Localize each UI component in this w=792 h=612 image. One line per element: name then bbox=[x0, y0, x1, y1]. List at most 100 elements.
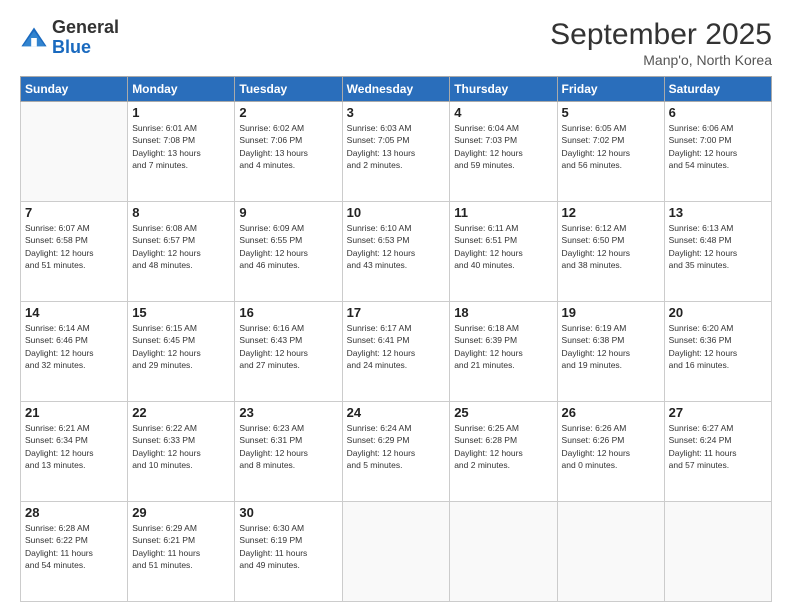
cell-line: Sunset: 6:34 PM bbox=[25, 434, 123, 446]
location-subtitle: Manp'o, North Korea bbox=[550, 52, 772, 68]
day-header-friday: Friday bbox=[557, 77, 664, 102]
day-number: 7 bbox=[25, 205, 123, 220]
cell-content: Sunrise: 6:28 AMSunset: 6:22 PMDaylight:… bbox=[25, 522, 123, 571]
header: General Blue September 2025 Manp'o, Nort… bbox=[20, 18, 772, 68]
day-number: 15 bbox=[132, 305, 230, 320]
logo-icon bbox=[20, 24, 48, 52]
calendar-cell: 4Sunrise: 6:04 AMSunset: 7:03 PMDaylight… bbox=[450, 102, 557, 202]
day-header-thursday: Thursday bbox=[450, 77, 557, 102]
calendar-week-3: 14Sunrise: 6:14 AMSunset: 6:46 PMDayligh… bbox=[21, 302, 772, 402]
calendar-cell: 17Sunrise: 6:17 AMSunset: 6:41 PMDayligh… bbox=[342, 302, 450, 402]
cell-line: Daylight: 12 hours bbox=[669, 147, 767, 159]
cell-line: and 43 minutes. bbox=[347, 259, 446, 271]
day-number: 5 bbox=[562, 105, 660, 120]
cell-line: Sunrise: 6:30 AM bbox=[239, 522, 337, 534]
day-number: 30 bbox=[239, 505, 337, 520]
cell-line: Sunset: 7:00 PM bbox=[669, 134, 767, 146]
calendar-cell: 7 Sunrise: 6:07 AMSunset: 6:58 PMDaylight… bbox=[21, 202, 128, 302]
cell-line: Sunset: 7:05 PM bbox=[347, 134, 446, 146]
cell-line: Daylight: 11 hours bbox=[25, 547, 123, 559]
cell-content: Sunrise: 6:08 AMSunset: 6:57 PMDaylight:… bbox=[132, 222, 230, 271]
cell-line: Sunset: 6:46 PM bbox=[25, 334, 123, 346]
cell-line: Daylight: 12 hours bbox=[454, 147, 552, 159]
cell-line: and 56 minutes. bbox=[562, 159, 660, 171]
cell-line: Daylight: 12 hours bbox=[239, 247, 337, 259]
calendar-cell: 13Sunrise: 6:13 AMSunset: 6:48 PMDayligh… bbox=[664, 202, 771, 302]
day-number: 27 bbox=[669, 405, 767, 420]
cell-content: Sunrise: 6:10 AMSunset: 6:53 PMDaylight:… bbox=[347, 222, 446, 271]
calendar-cell bbox=[664, 502, 771, 602]
calendar-cell bbox=[557, 502, 664, 602]
cell-line: Sunset: 6:21 PM bbox=[132, 534, 230, 546]
cell-content: Sunrise: 6:12 AMSunset: 6:50 PMDaylight:… bbox=[562, 222, 660, 271]
cell-line: Sunrise: 6:03 AM bbox=[347, 122, 446, 134]
cell-line: Sunrise: 6:25 AM bbox=[454, 422, 552, 434]
day-number: 21 bbox=[25, 405, 123, 420]
cell-line: Daylight: 12 hours bbox=[25, 447, 123, 459]
cell-line: Sunset: 6:48 PM bbox=[669, 234, 767, 246]
cell-line: and 4 minutes. bbox=[239, 159, 337, 171]
cell-line: Daylight: 12 hours bbox=[347, 347, 446, 359]
cell-content: Sunrise: 6:24 AMSunset: 6:29 PMDaylight:… bbox=[347, 422, 446, 471]
calendar-cell: 18Sunrise: 6:18 AMSunset: 6:39 PMDayligh… bbox=[450, 302, 557, 402]
cell-line: and 51 minutes. bbox=[132, 559, 230, 571]
calendar-cell bbox=[21, 102, 128, 202]
calendar-week-2: 7 Sunrise: 6:07 AMSunset: 6:58 PMDaylight… bbox=[21, 202, 772, 302]
cell-line: Sunrise: 6:10 AM bbox=[347, 222, 446, 234]
cell-content: Sunrise: 6:22 AMSunset: 6:33 PMDaylight:… bbox=[132, 422, 230, 471]
cell-content: Sunrise: 6:29 AMSunset: 6:21 PMDaylight:… bbox=[132, 522, 230, 571]
cell-line: Daylight: 11 hours bbox=[669, 447, 767, 459]
cell-line: Daylight: 12 hours bbox=[25, 347, 123, 359]
calendar-week-5: 28Sunrise: 6:28 AMSunset: 6:22 PMDayligh… bbox=[21, 502, 772, 602]
cell-line: Sunset: 7:08 PM bbox=[132, 134, 230, 146]
cell-line: Sunset: 6:57 PM bbox=[132, 234, 230, 246]
cell-content: Sunrise: 6:01 AMSunset: 7:08 PMDaylight:… bbox=[132, 122, 230, 171]
cell-line: Sunset: 6:38 PM bbox=[562, 334, 660, 346]
calendar-cell: 29Sunrise: 6:29 AMSunset: 6:21 PMDayligh… bbox=[128, 502, 235, 602]
cell-line: Sunset: 6:26 PM bbox=[562, 434, 660, 446]
cell-line: and 48 minutes. bbox=[132, 259, 230, 271]
cell-line: Sunrise: 6:13 AM bbox=[669, 222, 767, 234]
cell-line: Sunset: 6:43 PM bbox=[239, 334, 337, 346]
calendar-cell: 25 Sunrise: 6:25 AMSunset: 6:28 PMDayligh… bbox=[450, 402, 557, 502]
cell-line: and 29 minutes. bbox=[132, 359, 230, 371]
cell-content: Sunrise: 6:18 AMSunset: 6:39 PMDaylight:… bbox=[454, 322, 552, 371]
cell-line: Daylight: 12 hours bbox=[132, 247, 230, 259]
calendar-cell: 2Sunrise: 6:02 AMSunset: 7:06 PMDaylight… bbox=[235, 102, 342, 202]
calendar: SundayMondayTuesdayWednesdayThursdayFrid… bbox=[20, 76, 772, 602]
calendar-cell: 3Sunrise: 6:03 AMSunset: 7:05 PMDaylight… bbox=[342, 102, 450, 202]
cell-content: Sunrise: 6:07 AMSunset: 6:58 PMDaylight:… bbox=[25, 222, 123, 271]
cell-content: Sunrise: 6:19 AMSunset: 6:38 PMDaylight:… bbox=[562, 322, 660, 371]
cell-line: and 21 minutes. bbox=[454, 359, 552, 371]
cell-content: Sunrise: 6:11 AMSunset: 6:51 PMDaylight:… bbox=[454, 222, 552, 271]
day-header-saturday: Saturday bbox=[664, 77, 771, 102]
day-number: 3 bbox=[347, 105, 446, 120]
cell-line: Sunset: 7:03 PM bbox=[454, 134, 552, 146]
cell-line: Sunset: 6:22 PM bbox=[25, 534, 123, 546]
cell-line: Sunset: 6:29 PM bbox=[347, 434, 446, 446]
cell-line: and 2 minutes. bbox=[347, 159, 446, 171]
calendar-cell bbox=[342, 502, 450, 602]
day-number: 14 bbox=[25, 305, 123, 320]
cell-line: Daylight: 12 hours bbox=[562, 447, 660, 459]
cell-line: Sunrise: 6:09 AM bbox=[239, 222, 337, 234]
cell-line: Sunset: 6:28 PM bbox=[454, 434, 552, 446]
cell-line: Daylight: 12 hours bbox=[454, 247, 552, 259]
calendar-cell: 16Sunrise: 6:16 AMSunset: 6:43 PMDayligh… bbox=[235, 302, 342, 402]
cell-content: Sunrise: 6:25 AMSunset: 6:28 PMDaylight:… bbox=[454, 422, 552, 471]
day-number: 1 bbox=[132, 105, 230, 120]
cell-content: Sunrise: 6:05 AMSunset: 7:02 PMDaylight:… bbox=[562, 122, 660, 171]
cell-line: Daylight: 11 hours bbox=[239, 547, 337, 559]
cell-content: Sunrise: 6:30 AMSunset: 6:19 PMDaylight:… bbox=[239, 522, 337, 571]
calendar-cell: 8Sunrise: 6:08 AMSunset: 6:57 PMDaylight… bbox=[128, 202, 235, 302]
cell-line: Sunrise: 6:26 AM bbox=[562, 422, 660, 434]
calendar-cell: 5 Sunrise: 6:05 AMSunset: 7:02 PMDaylight… bbox=[557, 102, 664, 202]
cell-line: Sunset: 6:45 PM bbox=[132, 334, 230, 346]
month-title: September 2025 bbox=[550, 18, 772, 52]
calendar-cell bbox=[450, 502, 557, 602]
calendar-header-row: SundayMondayTuesdayWednesdayThursdayFrid… bbox=[21, 77, 772, 102]
cell-line: Sunrise: 6:21 AM bbox=[25, 422, 123, 434]
cell-line: Sunrise: 6:27 AM bbox=[669, 422, 767, 434]
cell-line: and 10 minutes. bbox=[132, 459, 230, 471]
day-number: 25 bbox=[454, 405, 552, 420]
